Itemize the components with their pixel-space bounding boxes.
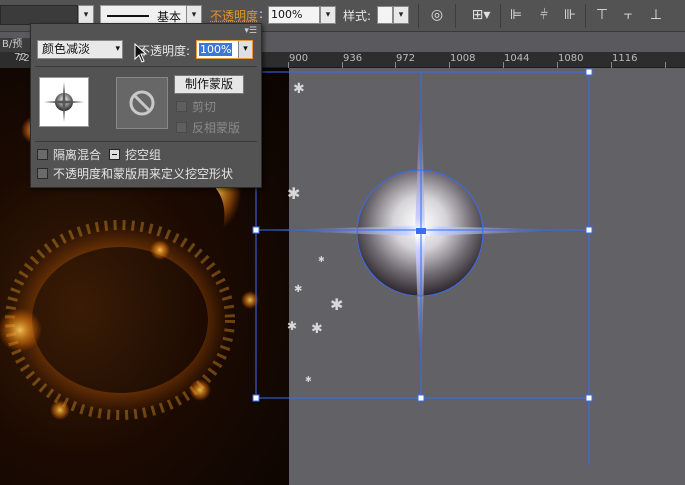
svg-text:✱: ✱ — [287, 184, 300, 203]
isolate-blending-label: 隔离混合 — [53, 148, 102, 162]
mouse-pointer-icon — [134, 43, 148, 63]
isolate-blending-checkbox[interactable] — [37, 149, 48, 160]
mask-thumbnail[interactable] — [116, 77, 168, 129]
ruler-tick-label: 1116 — [612, 53, 638, 64]
ruler-tick-label: 72 — [14, 52, 27, 63]
opacity-dropdown[interactable]: ▾ — [320, 6, 336, 24]
ruler-tick-label: 1080 — [558, 53, 584, 64]
style-label: 样式: — [343, 9, 372, 23]
illustrator-window: ✱ ✱ ✱ ✱ ✱ ✱ ✱ ✱ B/预 72 900 936 972 1008 … — [0, 0, 685, 485]
svg-text:✱: ✱ — [318, 255, 325, 264]
invert-mask-checkbox[interactable] — [176, 122, 187, 133]
ruler-tick-label: 972 — [396, 53, 416, 64]
chevron-down-icon[interactable]: ▾ — [238, 41, 252, 58]
opacity-input[interactable]: 100% — [268, 6, 320, 24]
blend-mode-select[interactable]: 颜色减淡 ▾ — [37, 40, 123, 59]
svg-text:✱: ✱ — [294, 284, 302, 295]
stroke-line-preview — [107, 15, 149, 17]
colon: : — [259, 7, 264, 21]
align-right-icon[interactable]: ⊪ — [561, 6, 579, 24]
star-flare-thumbnail-icon — [44, 82, 84, 122]
graphic-style-dropdown[interactable]: ▾ — [393, 6, 409, 24]
object-thumbnail[interactable] — [39, 77, 89, 127]
opacity-mask-knockout-label: 不透明度和蒙版用来定义挖空形状 — [53, 167, 234, 181]
ruler-tick-label: 936 — [343, 53, 363, 64]
panel-opacity-value: 100% — [199, 43, 233, 56]
ruler-tick-label: 900 — [289, 53, 309, 64]
document-tab[interactable]: B/预 — [0, 38, 30, 52]
svg-text:✱: ✱ — [305, 375, 312, 384]
clip-label: 剪切 — [192, 100, 217, 114]
knockout-group-label: 挖空组 — [125, 148, 162, 162]
no-mask-icon — [129, 90, 155, 116]
horizontal-ruler[interactable]: 72 900 936 972 1008 1044 1080 1116 — [17, 52, 685, 68]
svg-text:✱: ✱ — [311, 321, 323, 337]
opacity-mask-knockout-checkbox[interactable] — [37, 168, 48, 179]
align-to-icon[interactable]: ⊞▾ — [470, 6, 492, 24]
svg-text:✱: ✱ — [293, 81, 305, 97]
panel-menu-icon[interactable]: ▾☰ — [244, 26, 257, 36]
chevron-down-icon: ▾ — [115, 44, 120, 54]
svg-text:✱: ✱ — [330, 295, 343, 314]
divider — [35, 141, 257, 142]
align-left-icon[interactable]: ⊫ — [507, 6, 525, 24]
stroke-profile-dropdown[interactable]: ▾ — [186, 5, 202, 25]
align-top-icon[interactable]: ⊤ — [593, 6, 611, 24]
align-bottom-icon[interactable]: ⊥ — [647, 6, 665, 24]
knockout-group-checkbox[interactable] — [109, 149, 120, 160]
clip-checkbox[interactable] — [176, 101, 187, 112]
ruler-tick-label: 1044 — [504, 53, 530, 64]
align-horizontal-center-icon[interactable]: ⫩ — [535, 6, 553, 24]
center-point-marker — [416, 228, 426, 234]
recolor-artwork-icon[interactable]: ◎ — [428, 6, 446, 24]
stroke-weight-field[interactable] — [0, 5, 78, 25]
stroke-weight-dropdown[interactable]: ▾ — [78, 5, 94, 25]
ruler-tick-label: 1008 — [450, 53, 476, 64]
divider — [35, 66, 257, 67]
panel-opacity-input[interactable]: 100% ▾ — [196, 40, 253, 59]
blend-mode-value: 颜色减淡 — [42, 42, 91, 56]
graphic-style-swatch[interactable] — [377, 6, 393, 24]
opacity-panel-link[interactable]: 不透明度 — [210, 7, 258, 24]
make-mask-button[interactable]: 制作蒙版 — [174, 75, 244, 94]
align-vertical-center-icon[interactable]: ⫟ — [619, 6, 637, 24]
svg-text:✱: ✱ — [287, 319, 297, 333]
invert-mask-label: 反相蒙版 — [192, 121, 241, 135]
